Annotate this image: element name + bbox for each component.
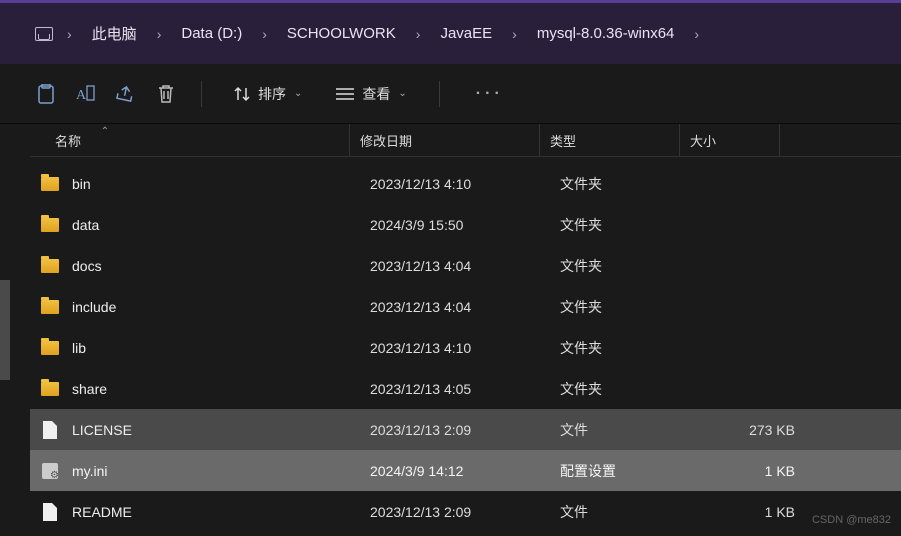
file-type: 文件 [560,420,700,440]
paste-button[interactable] [35,83,57,105]
file-name: lib [72,340,370,356]
watermark: CSDN @me832 [812,514,891,526]
folder-icon [40,256,60,276]
file-row[interactable]: my.ini2024/3/9 14:12配置设置1 KB [30,450,901,491]
file-date: 2023/12/13 4:04 [370,299,560,315]
scroll-up-icon[interactable]: ⌃ [30,123,180,139]
rename-button[interactable]: A [75,83,97,105]
ini-icon [40,461,60,481]
file-row[interactable]: lib2023/12/13 4:10文件夹 [30,327,901,368]
file-row[interactable]: data2024/3/9 15:50文件夹 [30,204,901,245]
file-date: 2023/12/13 4:05 [370,381,560,397]
file-date: 2023/12/13 4:10 [370,340,560,356]
file-row[interactable]: docs2023/12/13 4:04文件夹 [30,245,901,286]
file-name: LICENSE [72,422,370,438]
breadcrumb-item[interactable]: mysql-8.0.36-winx64 [531,21,681,46]
breadcrumb-item[interactable]: JavaEE [434,21,498,46]
file-row[interactable]: share2023/12/13 4:05文件夹 [30,368,901,409]
chevron-right-icon[interactable]: › [147,26,172,42]
file-icon [40,502,60,522]
file-row[interactable]: bin2023/12/13 4:10文件夹 [30,163,901,204]
file-date: 2023/12/13 4:04 [370,258,560,274]
file-type: 文件夹 [560,379,700,399]
file-size: 1 KB [700,463,795,479]
column-modified[interactable]: 修改日期 [350,124,540,156]
file-row[interactable]: include2023/12/13 4:04文件夹 [30,286,901,327]
folder-icon [40,297,60,317]
view-menu[interactable]: 查看 ⌄ [328,78,414,110]
chevron-right-icon[interactable]: › [684,26,709,42]
file-row[interactable]: LICENSE2023/12/13 2:09文件273 KB [30,409,901,450]
file-name: bin [72,176,370,192]
chevron-down-icon: ⌄ [294,88,302,99]
toolbar: A 排序 ⌄ 查看 ⌄ ··· [0,64,901,124]
file-name: include [72,299,370,315]
sort-menu[interactable]: 排序 ⌄ [226,78,310,110]
chevron-right-icon[interactable]: › [406,26,431,42]
delete-button[interactable] [155,83,177,105]
file-name: README [72,504,370,520]
breadcrumb-item[interactable]: Data (D:) [175,21,248,46]
more-button[interactable]: ··· [464,85,516,103]
share-button[interactable] [115,83,137,105]
file-type: 文件夹 [560,174,700,194]
breadcrumb-item[interactable]: 此电脑 [86,19,143,48]
file-type: 文件夹 [560,297,700,317]
file-name: my.ini [72,463,370,479]
left-scrollbar-thumb[interactable] [0,280,10,380]
folder-icon [40,174,60,194]
file-type: 文件夹 [560,256,700,276]
toolbar-divider [201,81,202,107]
folder-icon [40,338,60,358]
file-name: share [72,381,370,397]
file-row[interactable]: README2023/12/13 2:09文件1 KB [30,491,901,532]
view-label: 查看 [362,84,390,104]
file-icon [40,420,60,440]
file-type: 文件 [560,502,700,522]
folder-icon [40,215,60,235]
file-date: 2023/12/13 4:10 [370,176,560,192]
file-date: 2023/12/13 2:09 [370,504,560,520]
file-date: 2024/3/9 15:50 [370,217,560,233]
chevron-right-icon[interactable]: › [252,26,277,42]
breadcrumb-bar: › 此电脑 › Data (D:) › SCHOOLWORK › JavaEE … [0,0,901,64]
chevron-down-icon: ⌄ [398,88,406,99]
file-type: 文件夹 [560,215,700,235]
column-size[interactable]: 大小 [680,124,780,156]
svg-text:A: A [76,88,87,103]
column-headers: ⌃ 名称 修改日期 类型 大小 [0,124,901,156]
chevron-right-icon[interactable]: › [502,26,527,42]
file-date: 2024/3/9 14:12 [370,463,560,479]
sort-label: 排序 [258,84,286,104]
file-type: 配置设置 [560,461,700,481]
file-date: 2023/12/13 2:09 [370,422,560,438]
breadcrumb-item[interactable]: SCHOOLWORK [281,21,402,46]
file-list: bin2023/12/13 4:10文件夹data2024/3/9 15:50文… [0,157,901,532]
file-size: 273 KB [700,422,795,438]
file-size: 1 KB [700,504,795,520]
file-name: data [72,217,370,233]
file-name: docs [72,258,370,274]
chevron-right-icon[interactable]: › [57,26,82,42]
pc-icon [35,27,53,41]
file-type: 文件夹 [560,338,700,358]
column-type[interactable]: 类型 [540,124,680,156]
toolbar-divider [439,81,440,107]
folder-icon [40,379,60,399]
